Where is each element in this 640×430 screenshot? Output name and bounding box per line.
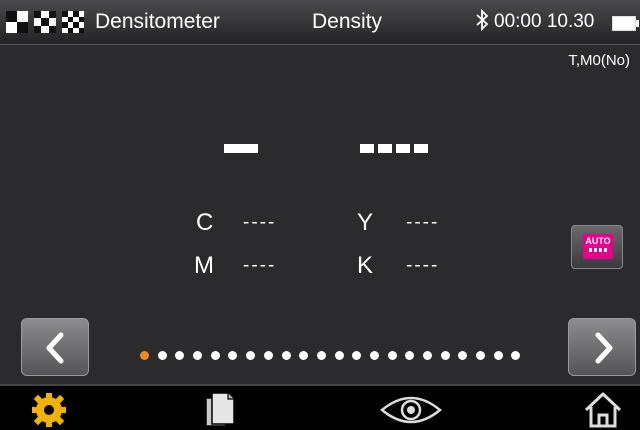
documents-icon[interactable] [200, 390, 240, 430]
page-dot[interactable] [493, 350, 503, 360]
page-dot[interactable] [352, 350, 362, 360]
chevron-left-icon [46, 332, 64, 364]
eye-icon[interactable] [378, 390, 444, 430]
page-dot[interactable] [246, 350, 256, 360]
page-dot[interactable] [476, 350, 486, 360]
scan-mode-icon[interactable] [62, 11, 84, 33]
page-dot[interactable] [210, 350, 220, 360]
densitometer-screen: Densitometer Density 00:00 10.30 T,M0(No… [0, 0, 640, 430]
page-dot[interactable] [175, 350, 185, 360]
gear-icon[interactable] [28, 390, 70, 430]
page-dot[interactable] [458, 350, 468, 360]
auto-label: AUTO [585, 236, 611, 246]
auto-measure-button[interactable]: AUTO [571, 225, 623, 269]
page-dot[interactable] [140, 350, 149, 360]
next-page-button[interactable] [568, 318, 636, 376]
page-dot[interactable] [405, 350, 415, 360]
battery-icon [612, 16, 639, 31]
bluetooth-icon [476, 8, 489, 32]
home-icon[interactable] [582, 390, 624, 430]
page-dot[interactable] [157, 350, 167, 360]
page-dot[interactable] [316, 350, 326, 360]
mode-title: Density [312, 10, 383, 33]
page-dot[interactable] [281, 350, 291, 360]
page-dot[interactable] [369, 350, 379, 360]
page-dot[interactable] [228, 350, 238, 360]
density-value-right: ---- [360, 144, 428, 153]
page-indicator [140, 348, 540, 362]
app-title: Densitometer [95, 10, 220, 33]
page-dot[interactable] [299, 350, 309, 360]
channel-k-label: K [357, 252, 374, 279]
chevron-right-icon [595, 332, 613, 364]
page-dot[interactable] [193, 350, 203, 360]
page-dot[interactable] [511, 350, 521, 360]
page-dot[interactable] [334, 350, 344, 360]
measurement-condition: T,M0(No) [568, 52, 630, 69]
status-bar: Densitometer Density 00:00 10.30 [0, 0, 640, 45]
page-dot[interactable] [440, 350, 450, 360]
page-dot[interactable] [263, 350, 273, 360]
clock-time: 00:00 10.30 [494, 11, 595, 32]
channel-m-value: ---- [243, 255, 277, 276]
density-value-left: -- [224, 144, 258, 153]
previous-page-button[interactable] [21, 318, 89, 376]
channel-c-value: ---- [243, 212, 277, 233]
channel-m-label: M [194, 252, 214, 279]
page-dot[interactable] [387, 350, 397, 360]
bottom-toolbar [0, 384, 640, 430]
single-patch-mode-icon[interactable] [6, 11, 28, 33]
channel-k-value: ---- [406, 255, 440, 276]
channel-y-value: ---- [406, 212, 440, 233]
auto-icon: AUTO [583, 234, 613, 259]
page-dot[interactable] [423, 350, 432, 360]
channel-c-label: C [196, 209, 214, 236]
channel-y-label: Y [357, 209, 374, 236]
multi-patch-mode-icon[interactable] [34, 11, 56, 33]
